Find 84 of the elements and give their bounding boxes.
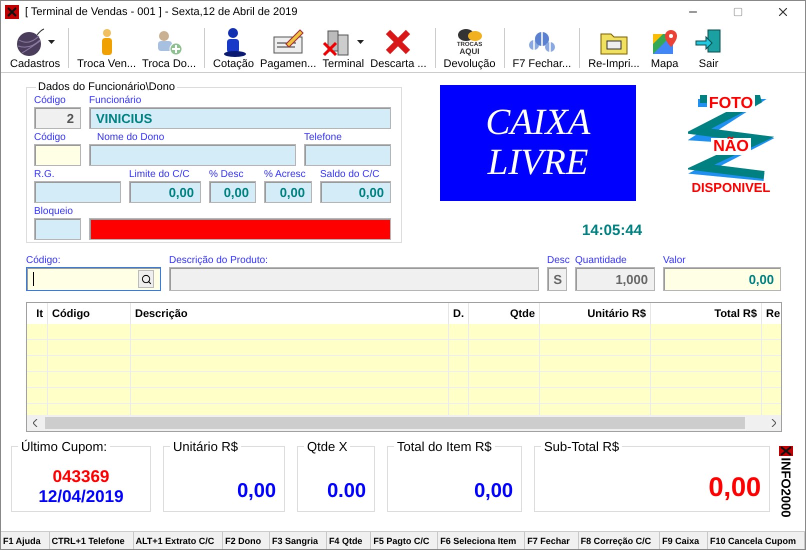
toolbar-button[interactable]: Terminal bbox=[319, 24, 368, 70]
shortcut-label: F10 Cancela Cupom bbox=[708, 532, 805, 549]
input-field[interactable] bbox=[34, 181, 121, 203]
toolbar-button[interactable]: Cotação bbox=[210, 24, 258, 70]
field-label: Limite do C/C bbox=[129, 169, 191, 181]
input-field[interactable]: 1,000 bbox=[575, 267, 655, 291]
field-label: Código bbox=[34, 132, 67, 144]
maximize-icon bbox=[732, 6, 742, 16]
search-button[interactable] bbox=[138, 270, 154, 288]
toolbar-button[interactable]: Descarta ... bbox=[367, 24, 430, 70]
input-field[interactable]: 0,00 bbox=[663, 267, 781, 291]
shortcut-label: F7 Fechar bbox=[525, 532, 579, 549]
input-field[interactable]: 0,00 bbox=[129, 181, 201, 203]
toolbar-button[interactable]: F7 Fechar... bbox=[510, 24, 574, 70]
input-field[interactable] bbox=[304, 144, 391, 166]
panel-value: 0,00 bbox=[708, 472, 761, 503]
pen-paper-icon bbox=[272, 28, 304, 56]
close-icon bbox=[384, 28, 412, 56]
field-label: % Desc bbox=[209, 169, 244, 181]
input-field[interactable]: VINICIUS bbox=[89, 107, 391, 129]
field-label: Descrição do Produto: bbox=[169, 255, 269, 267]
input-field[interactable]: 0,00 bbox=[209, 181, 256, 203]
field-label: Funcionário bbox=[89, 95, 142, 107]
input-field[interactable] bbox=[34, 144, 81, 166]
window-title: [ Terminal de Vendas - 001 ] - Sexta,12 de Abril de 2019 bbox=[25, 6, 299, 18]
shortcut-label: CTRL+1 Telefone bbox=[50, 532, 134, 549]
logo-text: INFO2000 bbox=[778, 458, 794, 518]
yarn-ball-icon bbox=[15, 27, 46, 57]
input-field[interactable]: S bbox=[547, 267, 567, 291]
field-label: Saldo do C/C bbox=[320, 169, 380, 181]
field-label: Nome do Dono bbox=[96, 132, 166, 144]
shortcut-label: F9 Caixa bbox=[660, 532, 708, 549]
shortcut-label: ALT+1 Extrato C/C bbox=[134, 532, 224, 549]
shortcut-label: F6 Seleciona Item bbox=[438, 532, 526, 549]
toolbar-button[interactable]: Mapa bbox=[642, 24, 687, 70]
toolbar-button[interactable]: Re-Impri... bbox=[585, 24, 643, 70]
panel-value: 12/04/2019 bbox=[38, 487, 124, 507]
photo-text: FOTO bbox=[706, 95, 756, 112]
toolbar-button[interactable]: Pagamen... bbox=[257, 24, 320, 70]
input-field[interactable]: 0,00 bbox=[264, 181, 312, 203]
toolbar-button[interactable]: Cadastros bbox=[7, 24, 64, 70]
field-label: Desc bbox=[547, 255, 567, 267]
panel-title: Qtde X bbox=[304, 439, 350, 454]
shortcut-label: F3 Sangria bbox=[270, 532, 327, 549]
shortcut-label: F8 Correção C/C bbox=[578, 532, 660, 549]
field-label: Código bbox=[34, 95, 67, 107]
field-label: Telefone bbox=[304, 132, 343, 144]
photo-text: NÃO bbox=[711, 138, 751, 155]
status-text: CAIXA bbox=[486, 103, 590, 143]
panel-title: Sub-Total R$ bbox=[541, 439, 622, 454]
clock: 14:05:44 bbox=[582, 222, 642, 239]
horizontal-scrollbar[interactable] bbox=[27, 415, 781, 431]
input-field[interactable] bbox=[34, 218, 81, 240]
toolbar-button[interactable]: Sair bbox=[686, 24, 731, 70]
input-field[interactable] bbox=[26, 267, 161, 291]
field-label: Valor bbox=[663, 255, 687, 267]
input-field[interactable]: 2 bbox=[34, 107, 81, 129]
field-label: Código: bbox=[26, 255, 62, 267]
shortcut-label: F5 Pagto C/C bbox=[371, 532, 438, 549]
shortcut-label: F1 Ajuda bbox=[1, 532, 50, 549]
map-pin-icon bbox=[650, 28, 679, 56]
app-icon bbox=[5, 4, 19, 18]
toolbar-button[interactable]: Troca Do... bbox=[139, 24, 200, 70]
field-label: Bloqueio bbox=[34, 206, 74, 218]
field-label: R.G. bbox=[34, 169, 56, 181]
field-label: Quantidade bbox=[575, 255, 628, 267]
status-text: LIVRE bbox=[488, 143, 588, 183]
input-field[interactable] bbox=[89, 144, 296, 166]
shortcut-label: F2 Dono bbox=[223, 532, 270, 549]
group-title: Dados do Funcionário\Dono bbox=[37, 81, 176, 93]
panel-value: 043369 bbox=[52, 467, 110, 487]
input-field[interactable] bbox=[169, 267, 539, 291]
input-field[interactable]: 0,00 bbox=[320, 181, 391, 203]
panel-value: 0,00 bbox=[237, 480, 276, 503]
panel-title: Unitário R$ bbox=[170, 439, 242, 454]
panel-value: 0.00 bbox=[327, 480, 366, 503]
logo-icon bbox=[779, 446, 793, 456]
photo-text: DISPONIVEL bbox=[690, 181, 772, 195]
field-label: % Acresc bbox=[264, 169, 307, 181]
shortcut-label: F4 Qtde bbox=[326, 532, 372, 549]
panel-title: Total do Item R$ bbox=[394, 439, 495, 454]
panel-title: Último Cupom: bbox=[18, 439, 110, 454]
panel-value: 0,00 bbox=[474, 480, 513, 503]
toolbar-button[interactable]: Troca Ven... bbox=[74, 24, 140, 70]
